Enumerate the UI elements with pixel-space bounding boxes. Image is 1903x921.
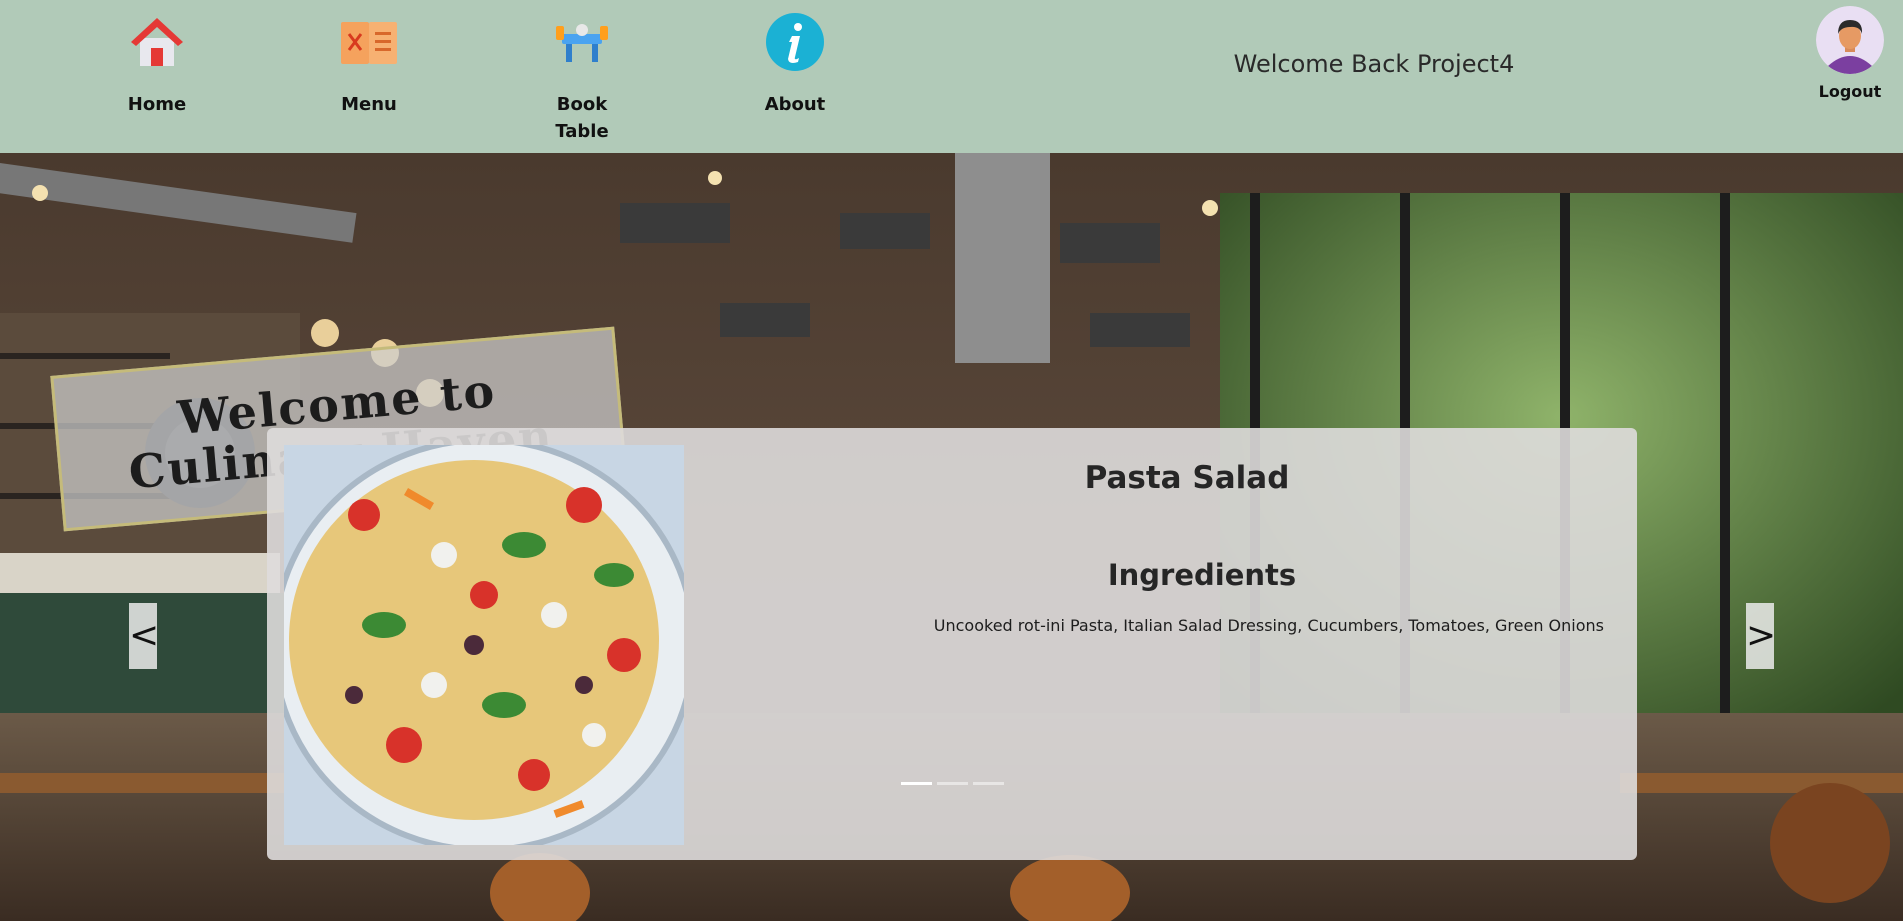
top-navigation-bar: Home Menu Book Table About Welcome Back … bbox=[0, 0, 1903, 153]
nav-home-label: Home bbox=[127, 94, 187, 115]
nav-menu[interactable]: Menu bbox=[314, 12, 424, 118]
welcome-message: Welcome Back Project4 bbox=[1233, 50, 1515, 78]
nav-about-label: About bbox=[764, 94, 826, 115]
nav-home[interactable]: Home bbox=[102, 12, 212, 118]
carousel-next-button[interactable]: > bbox=[1746, 603, 1776, 669]
pasta-salad-image bbox=[284, 445, 684, 845]
dish-title: Pasta Salad bbox=[1084, 460, 1290, 496]
logout-button[interactable]: Logout bbox=[1812, 6, 1888, 101]
nav-about[interactable]: About bbox=[740, 12, 850, 118]
home-icon bbox=[131, 18, 183, 66]
nav-menu-label: Menu bbox=[341, 94, 397, 115]
carousel-indicator-3[interactable] bbox=[973, 782, 1004, 785]
pasta-salad-photo bbox=[284, 445, 684, 845]
carousel-prev-button[interactable]: < bbox=[129, 603, 159, 669]
book-table-icon bbox=[556, 24, 608, 62]
avatar-icon bbox=[1816, 6, 1884, 74]
carousel-indicator-2[interactable] bbox=[937, 782, 968, 785]
ingredients-list: Uncooked rot-ini Pasta, Italian Salad Dr… bbox=[933, 616, 1604, 635]
logout-label: Logout bbox=[1818, 82, 1882, 101]
nav-book-table[interactable]: Book Table bbox=[527, 12, 637, 145]
ingredients-heading: Ingredients bbox=[1107, 558, 1297, 592]
nav-book-table-label: Book Table bbox=[555, 94, 609, 142]
info-icon bbox=[766, 13, 824, 71]
carousel-indicator-1[interactable] bbox=[901, 782, 932, 785]
menu-icon bbox=[341, 22, 397, 64]
dish-carousel: Pasta Salad Ingredients Uncooked rot-ini… bbox=[267, 428, 1637, 860]
